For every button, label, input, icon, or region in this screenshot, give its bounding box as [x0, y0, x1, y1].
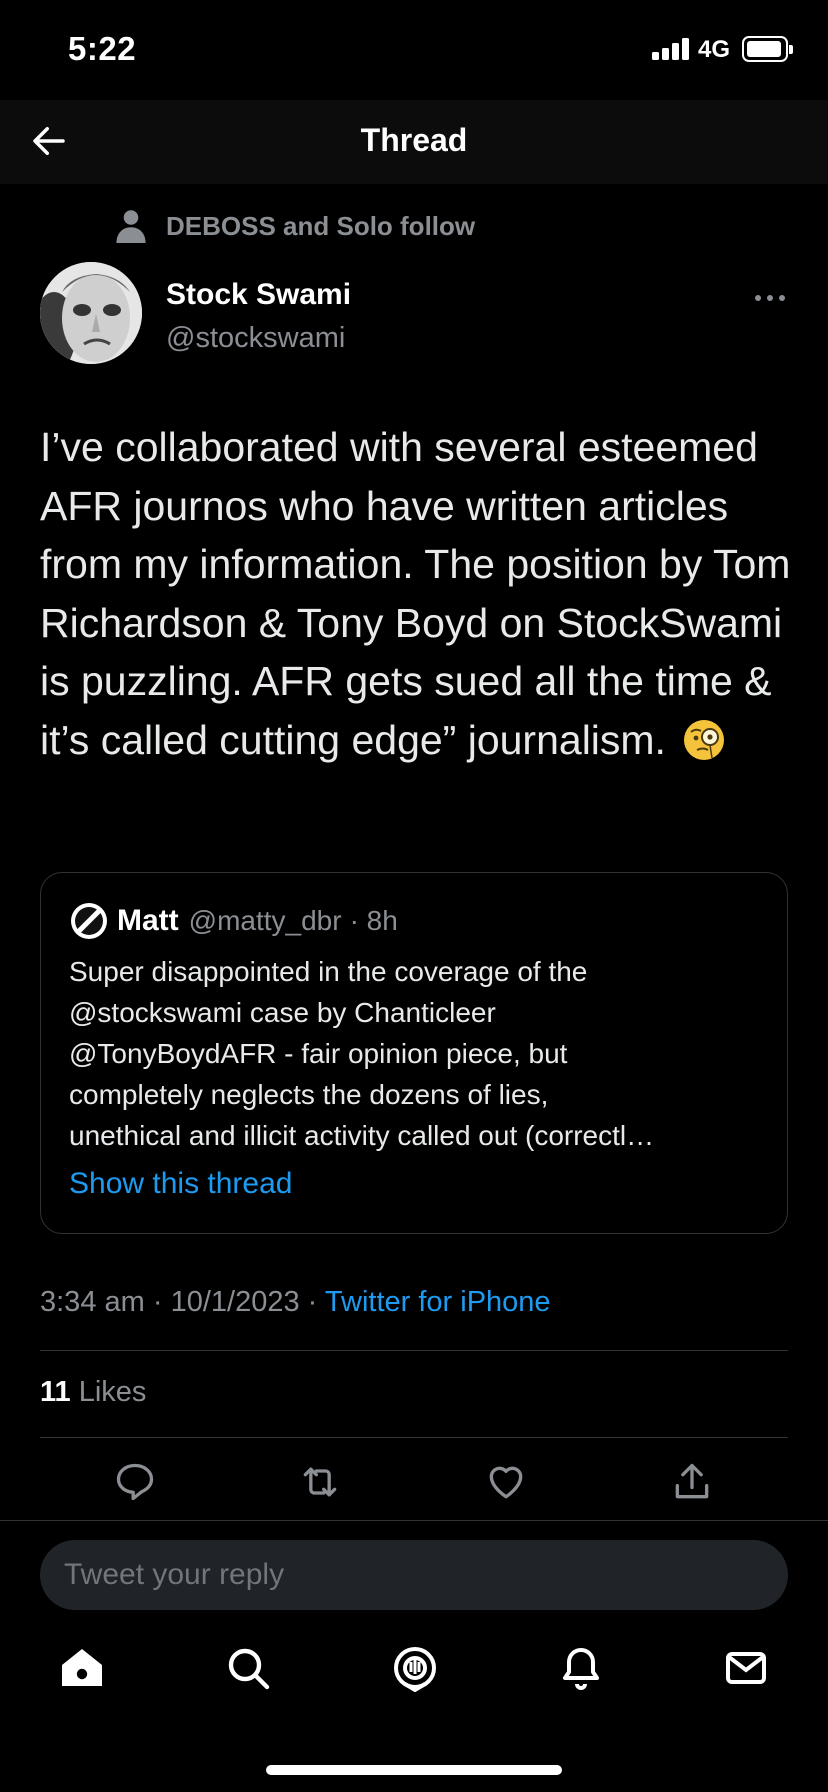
author-handle[interactable]: @stockswami: [166, 322, 345, 355]
quoted-tweet-header: Matt @matty_dbr · 8h: [69, 901, 398, 941]
divider: [40, 1350, 788, 1351]
tweet-text: I’ve collaborated with several esteemed …: [40, 418, 800, 769]
divider: [0, 1520, 828, 1521]
nav-header: Thread: [0, 100, 828, 184]
tweet-body: I’ve collaborated with several esteemed …: [40, 424, 791, 763]
face-with-monocle-icon: [683, 719, 724, 760]
quoted-text-line: @stockswami case by Chanticleer: [69, 997, 496, 1028]
quoted-avatar-icon: [71, 903, 107, 939]
reply-box[interactable]: [40, 1540, 788, 1610]
bottom-tab-bar: [0, 1644, 828, 1704]
reply-icon[interactable]: [113, 1460, 157, 1504]
social-context[interactable]: DEBOSS and Solo follow: [116, 208, 475, 244]
status-time: 5:22: [68, 30, 137, 67]
quoted-text-line: @TonyBoydAFR - fair opinion piece, but: [69, 1038, 568, 1069]
author-avatar[interactable]: [40, 262, 142, 364]
home-indicator[interactable]: [266, 1765, 562, 1775]
spaces-icon[interactable]: [391, 1644, 439, 1692]
quoted-text-line: Super disappointed in the coverage of th…: [69, 956, 588, 987]
divider: [40, 1437, 788, 1438]
quoted-text-line: unethical and illicit activity called ou…: [69, 1120, 655, 1151]
battery-icon: [742, 36, 793, 62]
meta-separator: ·: [307, 1286, 318, 1318]
author-name[interactable]: Stock Swami: [166, 278, 351, 312]
tweet-time: 3:34 am: [40, 1286, 145, 1318]
quoted-text-line: completely neglects the dozens of lies,: [69, 1079, 549, 1110]
quoted-author-name: Matt: [117, 904, 179, 937]
likes-count: 11: [40, 1376, 71, 1408]
signal-strength-icon: [652, 38, 692, 60]
tweet-source-link[interactable]: Twitter for iPhone: [325, 1286, 551, 1318]
tweet-meta: 3:34 am · 10/1/2023 · Twitter for iPhone: [40, 1286, 551, 1319]
quoted-tweet-card[interactable]: Matt @matty_dbr · 8h Super disappointed …: [40, 872, 788, 1234]
likes-stat[interactable]: 11 Likes: [40, 1376, 146, 1409]
tweet-actions: [0, 1460, 828, 1510]
show-thread-link[interactable]: Show this thread: [69, 1167, 292, 1201]
retweet-icon[interactable]: [298, 1460, 342, 1504]
person-icon: [116, 210, 146, 243]
network-type: 4G: [698, 36, 731, 63]
page-title: Thread: [360, 122, 468, 158]
messages-envelope-icon[interactable]: [722, 1644, 770, 1692]
quoted-tweet-text: Super disappointed in the coverage of th…: [69, 951, 769, 1156]
social-context-text: DEBOSS and Solo follow: [166, 210, 476, 241]
status-bar: 5:22 4G: [0, 0, 828, 100]
meta-separator: ·: [152, 1286, 163, 1318]
more-options-icon[interactable]: [754, 292, 786, 304]
likes-label: Likes: [78, 1376, 147, 1408]
share-icon[interactable]: [670, 1460, 714, 1504]
quoted-author-handle: @matty_dbr: [188, 905, 342, 936]
reply-input[interactable]: [64, 1540, 764, 1610]
like-heart-icon[interactable]: [484, 1460, 528, 1504]
home-icon[interactable]: [58, 1644, 106, 1692]
tweet-date: 10/1/2023: [170, 1286, 300, 1318]
quoted-tweet-time: · 8h: [349, 905, 398, 936]
notifications-bell-icon[interactable]: [557, 1644, 605, 1692]
search-icon[interactable]: [224, 1644, 272, 1692]
